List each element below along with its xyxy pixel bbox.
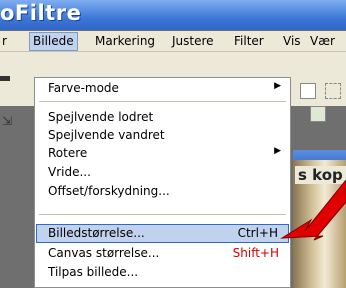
menu-item-partial[interactable]: r	[2, 34, 7, 48]
menu-item-shortcut: Ctrl+H	[237, 226, 278, 240]
menu-item-billedstorrelse[interactable]: Billedstørrelse... Ctrl+H	[36, 224, 289, 243]
menu-separator	[39, 101, 286, 102]
selection-tool-icon[interactable]	[325, 83, 341, 99]
menu-item-tilpas-billede[interactable]: Tilpas billede...	[36, 263, 289, 282]
menu-item-justere[interactable]: Justere	[172, 34, 214, 48]
menu-item-billede[interactable]: Billede	[29, 32, 78, 51]
title-bar: oFiltre	[0, 0, 346, 30]
menu-item-label: Offset/forskydning...	[48, 184, 170, 198]
menu-item-farve-mode[interactable]: Farve-mode ▶	[36, 79, 289, 98]
menu-item-canvas-storrelse[interactable]: Canvas størrelse... Shift+H	[36, 244, 289, 263]
annotation-arrow-icon	[280, 180, 346, 241]
menu-item-vis[interactable]: Vis	[283, 34, 301, 48]
window-title: oFiltre	[0, 1, 82, 25]
submenu-arrow-icon: ▶	[274, 146, 281, 156]
menu-separator	[39, 214, 286, 215]
menu-item-markering[interactable]: Markering	[95, 34, 155, 48]
billede-dropdown-menu: Farve-mode ▶ Spejlvende lodret Spejlvend…	[34, 77, 291, 288]
menu-item-shortcut: Shift+H	[232, 246, 279, 260]
toolbar-tool-icon[interactable]	[300, 83, 316, 99]
menu-item-rotere[interactable]: Rotere ▶	[36, 144, 289, 163]
menu-bar: r Billede Markering Justere Filter Vis V…	[0, 31, 346, 52]
menu-item-label: Spejlvende vandret	[48, 128, 165, 142]
submenu-arrow-icon: ▶	[274, 81, 281, 91]
menu-item-label: Spejlvende lodret	[48, 110, 154, 124]
menu-item-spejlvende-lodret[interactable]: Spejlvende lodret	[36, 108, 289, 127]
menu-item-label: Farve-mode	[48, 81, 119, 95]
grid-tool-icon[interactable]	[310, 106, 326, 122]
menu-item-vride[interactable]: Vride...	[36, 163, 289, 182]
menu-item-filter[interactable]: Filter	[234, 34, 264, 48]
menu-item-label: Tilpas billede...	[48, 265, 139, 279]
menu-item-spejlvende-vandret[interactable]: Spejlvende vandret	[36, 126, 289, 145]
menu-item-offset[interactable]: Offset/forskydning...	[36, 182, 289, 201]
tool-icon[interactable]: ⇲	[0, 80, 24, 128]
menu-item-label: Billedstørrelse...	[48, 226, 145, 240]
menu-item-label: Rotere	[48, 146, 88, 160]
menu-item-vaer[interactable]: Vær	[310, 34, 335, 48]
menu-item-label: Vride...	[48, 165, 91, 179]
menu-item-label: Canvas størrelse...	[48, 246, 160, 260]
